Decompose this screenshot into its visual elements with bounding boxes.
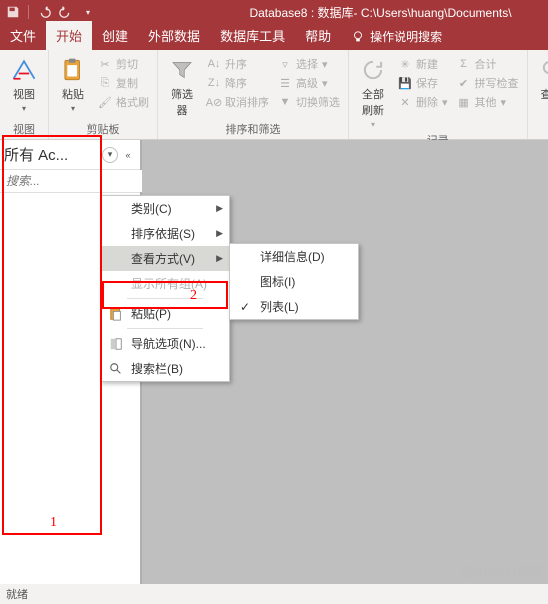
copy-icon: ⎘ (98, 76, 112, 90)
filter-button[interactable]: 筛选器 (163, 53, 201, 121)
clear-sort-icon: A⊘ (207, 95, 221, 109)
undo-icon[interactable] (35, 3, 53, 21)
totals-button[interactable]: Σ合计 (454, 55, 522, 73)
advanced-filter-button[interactable]: ☰高级 ▾ (275, 74, 343, 92)
save-record-button[interactable]: 💾保存 (395, 74, 451, 92)
qat-dropdown-icon[interactable]: ▾ (79, 3, 97, 21)
ctx-paste[interactable]: 粘贴(P) (101, 301, 229, 326)
ctx-list[interactable]: ✓列表(L) (230, 294, 358, 319)
ctx-category[interactable]: 类别(C)▶ (101, 196, 229, 221)
sort-asc-icon: A↓ (207, 57, 221, 71)
format-painter-button[interactable]: 🖌格式刷 (95, 93, 152, 111)
find-button[interactable]: 查找 (533, 53, 548, 105)
chevron-down-icon: ▾ (22, 104, 26, 113)
selection-filter-button[interactable]: ▿选择 ▾ (275, 55, 343, 73)
spelling-button[interactable]: ✔拼写检查 (454, 74, 522, 92)
delete-icon: ✕ (398, 95, 412, 109)
view-button[interactable]: 视图 ▾ (5, 53, 43, 116)
tab-dbtools[interactable]: 数据库工具 (210, 21, 295, 50)
ctx-details[interactable]: 详细信息(D) (230, 244, 358, 269)
context-menu: 类别(C)▶ 排序依据(S)▶ 查看方式(V)▶ 显示所有组(A) 粘贴(P) … (100, 195, 230, 382)
annotation-label-1: 1 (50, 515, 57, 531)
nav-collapse-icon[interactable]: « (120, 147, 136, 163)
group-find: 查找 (528, 50, 548, 139)
refresh-icon (359, 56, 387, 84)
tell-me[interactable]: 操作说明搜索 (341, 23, 452, 50)
tab-help[interactable]: 帮助 (295, 21, 341, 50)
new-record-button[interactable]: ✳新建 (395, 55, 451, 73)
scissors-icon: ✂ (98, 57, 112, 71)
tab-create[interactable]: 创建 (92, 21, 138, 50)
annotation-label-2: 2 (190, 288, 197, 304)
ctx-sortby[interactable]: 排序依据(S)▶ (101, 221, 229, 246)
chevron-right-icon: ▶ (216, 228, 223, 239)
window-title: Database8 : 数据库- C:\Users\huang\Document… (97, 4, 544, 21)
ctx-showgroups: 显示所有组(A) (101, 271, 229, 296)
watermark: @51CTO博客 (461, 561, 542, 580)
nav-search-row (0, 170, 140, 193)
advanced-icon: ☰ (278, 76, 292, 90)
more-button[interactable]: ▦其他 ▾ (454, 93, 522, 111)
status-bar: 就绪 (0, 584, 548, 604)
toggle-filter-icon: ▼ (278, 95, 292, 109)
paste-button[interactable]: 粘贴 ▾ (54, 53, 92, 116)
group-records: 全部刷新 ▾ ✳新建 💾保存 ✕删除 ▾ Σ合计 ✔拼写检查 ▦其他 ▾ 记录 (349, 50, 528, 139)
status-text: 就绪 (6, 589, 28, 601)
sort-desc-icon: Z↓ (207, 76, 221, 90)
chevron-down-icon: ▾ (371, 120, 375, 129)
nav-options-icon (107, 337, 125, 351)
nav-dropdown-icon[interactable]: ▾ (102, 147, 118, 163)
tab-external[interactable]: 外部数据 (138, 21, 210, 50)
more-icon: ▦ (457, 95, 471, 109)
ribbon: 视图 ▾ 视图 粘贴 ▾ ✂剪切 ⎘复制 🖌格式刷 剪贴板 筛选器 (0, 50, 548, 140)
redo-icon[interactable] (57, 3, 75, 21)
toggle-filter-button[interactable]: ▼切换筛选 (275, 93, 343, 111)
copy-button[interactable]: ⎘复制 (95, 74, 152, 92)
new-icon: ✳ (398, 57, 412, 71)
tab-file[interactable]: 文件 (0, 21, 46, 50)
check-icon: ✓ (236, 300, 254, 314)
ctx-icons[interactable]: 图标(I) (230, 269, 358, 294)
sort-desc-button[interactable]: Z↓降序 (204, 74, 272, 92)
brush-icon: 🖌 (98, 95, 112, 109)
refresh-all-button[interactable]: 全部刷新 ▾ (354, 53, 392, 132)
search-icon (538, 56, 548, 84)
funnel-icon (168, 56, 196, 84)
context-submenu-view: 详细信息(D) 图标(I) ✓列表(L) (229, 243, 359, 320)
view-icon (10, 56, 38, 84)
separator (127, 328, 203, 329)
workspace: 所有 Ac... ▾ « (0, 140, 548, 584)
tab-home[interactable]: 开始 (46, 21, 92, 50)
chevron-right-icon: ▶ (216, 203, 223, 214)
sigma-icon: Σ (457, 57, 471, 71)
ctx-navoptions[interactable]: 导航选项(N)... (101, 331, 229, 356)
quick-access-toolbar: ▾ (4, 3, 97, 21)
ctx-viewmode[interactable]: 查看方式(V)▶ (101, 246, 229, 271)
group-view: 视图 ▾ 视图 (0, 50, 49, 139)
clipboard-icon (59, 56, 87, 84)
lightbulb-icon (351, 30, 365, 44)
search-icon (107, 362, 125, 376)
delete-record-button[interactable]: ✕删除 ▾ (395, 93, 451, 111)
sort-asc-button[interactable]: A↓升序 (204, 55, 272, 73)
ribbon-tabs: 文件 开始 创建 外部数据 数据库工具 帮助 操作说明搜索 (0, 24, 548, 50)
group-clipboard: 粘贴 ▾ ✂剪切 ⎘复制 🖌格式刷 剪贴板 (49, 50, 158, 139)
spell-icon: ✔ (457, 76, 471, 90)
nav-title[interactable]: 所有 Ac... (4, 144, 100, 165)
group-sort-filter: 筛选器 A↓升序 Z↓降序 A⊘取消排序 ▿选择 ▾ ☰高级 ▾ ▼切换筛选 排… (158, 50, 349, 139)
chevron-down-icon: ▾ (71, 104, 75, 113)
save-icon[interactable] (4, 3, 22, 21)
save-icon: 💾 (398, 76, 412, 90)
chevron-right-icon: ▶ (216, 253, 223, 264)
cut-button[interactable]: ✂剪切 (95, 55, 152, 73)
sort-clear-button[interactable]: A⊘取消排序 (204, 93, 272, 111)
paste-icon (107, 307, 125, 321)
select-icon: ▿ (278, 57, 292, 71)
ctx-searchbar[interactable]: 搜索栏(B) (101, 356, 229, 381)
